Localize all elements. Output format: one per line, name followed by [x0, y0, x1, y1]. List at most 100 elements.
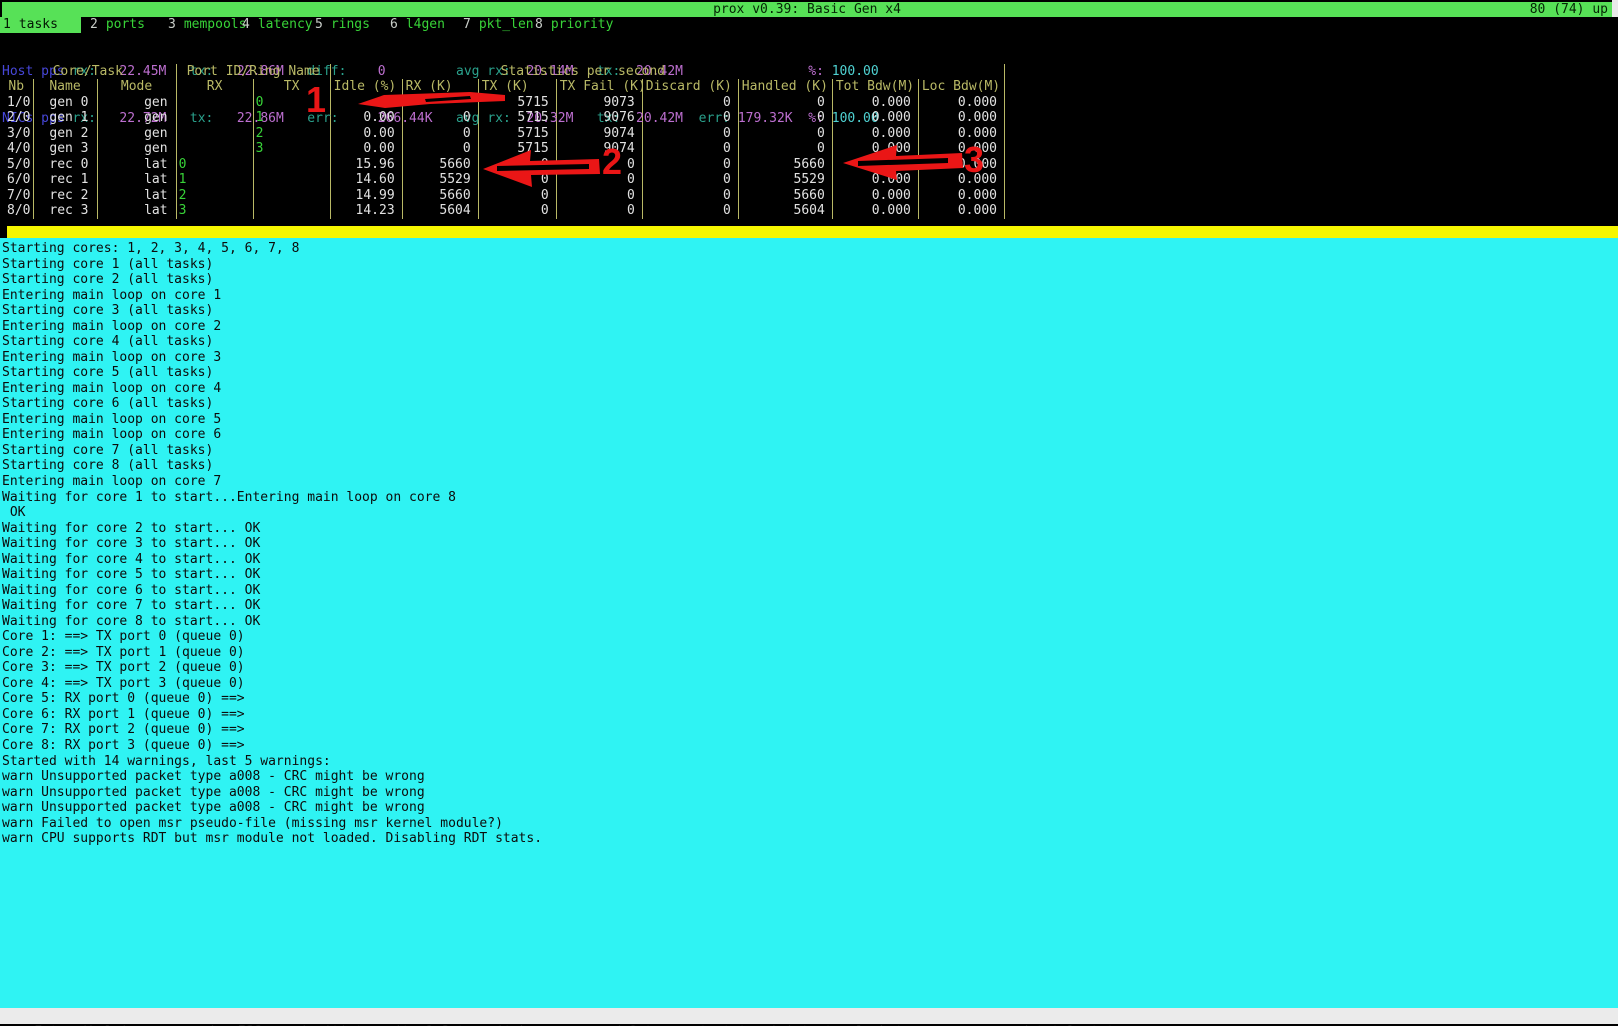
log-line: Waiting for core 6 to start... OK [2, 583, 1618, 599]
cell-discard_k: 0 [642, 141, 738, 157]
cell-tx_fail_k: 0 [556, 188, 642, 204]
cell-rx_k: 0 [402, 141, 478, 157]
cell-handled_k: 5529 [738, 172, 832, 188]
cell-discard_k: 0 [642, 157, 738, 173]
ports-up-indicator: 80 (74) up [1530, 2, 1608, 17]
log-line: Waiting for core 8 to start... OK [2, 614, 1618, 630]
stat-segment: 22.45M [119, 64, 166, 79]
cell-discard_k: 0 [642, 203, 738, 219]
tab-number: 6 [390, 17, 398, 32]
cell-tx_k: 0 [478, 157, 556, 173]
stat-segment: avg rx: [433, 111, 527, 126]
cell-name: rec 0 [33, 157, 97, 173]
cell-rx_k: 5660 [402, 188, 478, 204]
cell-loc_bdw_m: 0.000 [918, 157, 1004, 173]
log-line: Waiting for core 1 to start...Entering m… [2, 490, 1618, 506]
tab-ports[interactable]: 2 ports [90, 17, 145, 33]
cell-discard_k: 0 [642, 188, 738, 204]
cell-mode: lat [97, 203, 176, 219]
cell-mode: lat [97, 172, 176, 188]
cell-tx_k: 5715 [478, 95, 556, 111]
cell-tx_k: 0 [478, 203, 556, 219]
cell-tx_fail_k: 0 [556, 203, 642, 219]
log-line: Waiting for core 4 to start... OK [2, 552, 1618, 568]
log-line: Entering main loop on core 7 [2, 474, 1618, 490]
separator-bar [7, 226, 1618, 238]
stat-segment: 0 [378, 64, 386, 79]
column-header: Idle (%) [330, 79, 402, 95]
stat-segment: 179.32K [738, 111, 793, 126]
tab-tasks[interactable]: 1tasks [0, 17, 81, 33]
log-line: Entering main loop on core 6 [2, 427, 1618, 443]
log-line: Core 3: ==> TX port 2 (queue 0) [2, 660, 1618, 676]
tab-label: pkt_len [479, 17, 534, 32]
table-row: 1/0gen 0gen057159073000.0000.000 [0, 95, 1005, 111]
cell-tx [253, 172, 330, 188]
log-line: Waiting for core 5 to start... OK [2, 567, 1618, 583]
stat-segment: %: [793, 111, 832, 126]
tab-mempools[interactable]: 3mempools [168, 17, 246, 33]
log-line: warn Unsupported packet type a008 - CRC … [2, 800, 1618, 816]
column-header: Name [33, 79, 97, 95]
tab-number: 3 [168, 17, 176, 32]
tab-label: latency [258, 17, 313, 32]
command-status-bar[interactable]: Enter 'help' or command, <ESC> or 'quit'… [0, 1008, 1618, 1024]
annotation-label-1: 1 [306, 82, 326, 118]
cell-tx [253, 188, 330, 204]
group-header: Port ID/Ring Name [176, 64, 330, 79]
cell-tx [253, 203, 330, 219]
cell-handled_k: 0 [738, 126, 832, 142]
log-line: Started with 14 warnings, last 5 warning… [2, 754, 1618, 770]
tab-number: 8 [535, 17, 543, 32]
cell-handled_k: 5660 [738, 188, 832, 204]
cell-loc_bdw_m: 0.000 [918, 141, 1004, 157]
log-line: Core 1: ==> TX port 0 (queue 0) [2, 629, 1618, 645]
cell-rx_k [402, 95, 478, 111]
column-header: TX (K) [478, 79, 556, 95]
tab-latency[interactable]: 4latency [242, 17, 313, 33]
table-row: 5/0rec 0lat015.96566000056600.0000.000 [0, 157, 1005, 173]
cell-mode: lat [97, 188, 176, 204]
cell-tx_k: 0 [478, 172, 556, 188]
column-header: Discard (K) [642, 79, 738, 95]
cell-tx_fail_k: 9074 [556, 126, 642, 142]
log-line: Starting core 4 (all tasks) [2, 334, 1618, 350]
cell-tot_bdw_m: 0.000 [832, 157, 918, 173]
log-line: Core 7: RX port 2 (queue 0) ==> [2, 722, 1618, 738]
log-line: Core 5: RX port 0 (queue 0) ==> [2, 691, 1618, 707]
cell-rx_k: 5660 [402, 157, 478, 173]
cell-idle [330, 95, 402, 111]
cell-tot_bdw_m: 0.000 [832, 95, 918, 111]
stat-segment: %: [683, 64, 832, 79]
cell-tx_fail_k: 0 [556, 157, 642, 173]
log-line: warn CPU supports RDT but msr module not… [2, 831, 1618, 847]
log-line: Waiting for core 3 to start... OK [2, 536, 1618, 552]
log-line: Starting core 1 (all tasks) [2, 257, 1618, 273]
log-line: Entering main loop on core 3 [2, 350, 1618, 366]
cell-idle: 15.96 [330, 157, 402, 173]
screen-tab-bar: 1tasks 2 ports 3mempools4latency5rings 6l4ge… [0, 17, 1618, 33]
column-header: Tot Bdw(M) [832, 79, 918, 95]
log-line: Entering main loop on core 2 [2, 319, 1618, 335]
tab-priority[interactable]: 8priority [535, 17, 613, 33]
cell-nb: 5/0 [0, 157, 33, 173]
log-line: Starting core 8 (all tasks) [2, 458, 1618, 474]
cell-idle: 14.99 [330, 188, 402, 204]
cell-tx_k: 5715 [478, 126, 556, 142]
tab-pkt_len[interactable]: 7pkt_len [463, 17, 534, 33]
annotation-label-3: 3 [964, 142, 984, 178]
tab-l4gen[interactable]: 6l4gen [390, 17, 445, 33]
app-title: prox v0.39: Basic Gen x4 [2, 2, 1612, 17]
cell-mode: lat [97, 157, 176, 173]
cell-loc_bdw_m: 0.000 [918, 172, 1004, 188]
column-header: Nb [0, 79, 33, 95]
log-line: Entering main loop on core 1 [2, 288, 1618, 304]
tab-label: ports [106, 17, 145, 32]
log-line: Starting core 5 (all tasks) [2, 365, 1618, 381]
log-line: Entering main loop on core 4 [2, 381, 1618, 397]
stat-segment: 20.42M [636, 111, 683, 126]
tab-label: rings [331, 17, 370, 32]
tab-rings[interactable]: 5rings [315, 17, 370, 33]
cell-mode: gen [97, 95, 176, 111]
tab-number: 2 [90, 17, 98, 32]
